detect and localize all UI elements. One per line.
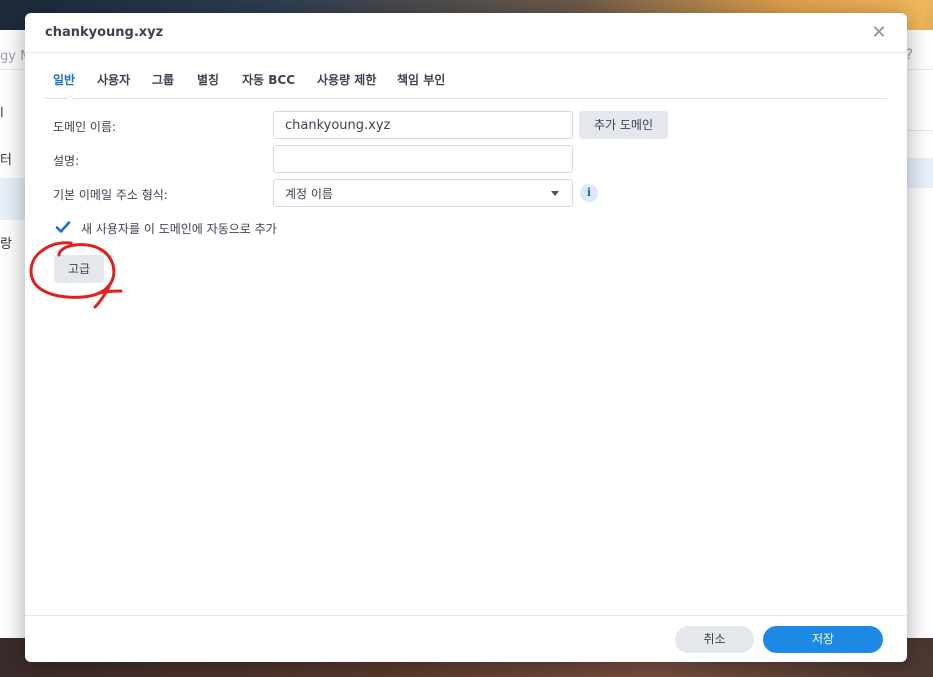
info-icon[interactable]: i [580,184,598,202]
auto-add-users-label: 새 사용자를 이 도메인에 자동으로 추가 [81,222,277,236]
close-icon[interactable]: ✕ [869,23,889,43]
chevron-down-icon [551,190,559,196]
save-button[interactable]: 저장 [763,626,883,653]
dialog-header-divider [25,52,907,53]
background-selected-row [906,158,933,188]
email-format-label: 기본 이메일 주소 형식: [53,188,168,202]
background-sidebar-item[interactable]: 랑 [0,233,12,252]
auto-add-users-checkbox[interactable] [55,219,71,235]
email-format-select[interactable]: 계정 이름 [273,179,573,207]
email-format-selected-value: 계정 이름 [285,186,333,201]
dialog-title: chankyoung.xyz [45,25,164,40]
add-domain-button[interactable]: 추가 도메인 [579,111,668,139]
domain-name-input[interactable] [273,111,573,139]
background-sidebar-item[interactable]: l [0,106,4,121]
active-tab-indicator [65,95,75,100]
tab-general[interactable]: 일반 [53,71,75,98]
background-divider [906,130,933,131]
tab-groups[interactable]: 그룹 [152,71,174,98]
advanced-button[interactable]: 고급 [54,255,104,283]
description-input[interactable] [273,145,573,173]
domain-settings-dialog: chankyoung.xyz ✕ 일반 사용자 그룹 별칭 자동 BCC 사용량… [25,13,907,662]
tab-disclaimer[interactable]: 책임 부인 [397,71,445,98]
domain-name-label: 도메인 이름: [53,120,117,134]
cancel-button[interactable]: 취소 [675,626,754,653]
tab-bar: 일반 사용자 그룹 별칭 자동 BCC 사용량 제한 책임 부인 [45,71,887,99]
tab-aliases[interactable]: 별칭 [197,71,219,98]
description-label: 설명: [53,154,80,168]
background-sidebar-item[interactable]: 터 [0,149,12,168]
checkmark-icon [55,221,71,233]
tab-auto-bcc[interactable]: 자동 BCC [242,71,295,98]
dialog-footer-divider [25,615,907,616]
tab-users[interactable]: 사용자 [97,71,130,98]
tab-usage-limit[interactable]: 사용량 제한 [317,71,376,98]
